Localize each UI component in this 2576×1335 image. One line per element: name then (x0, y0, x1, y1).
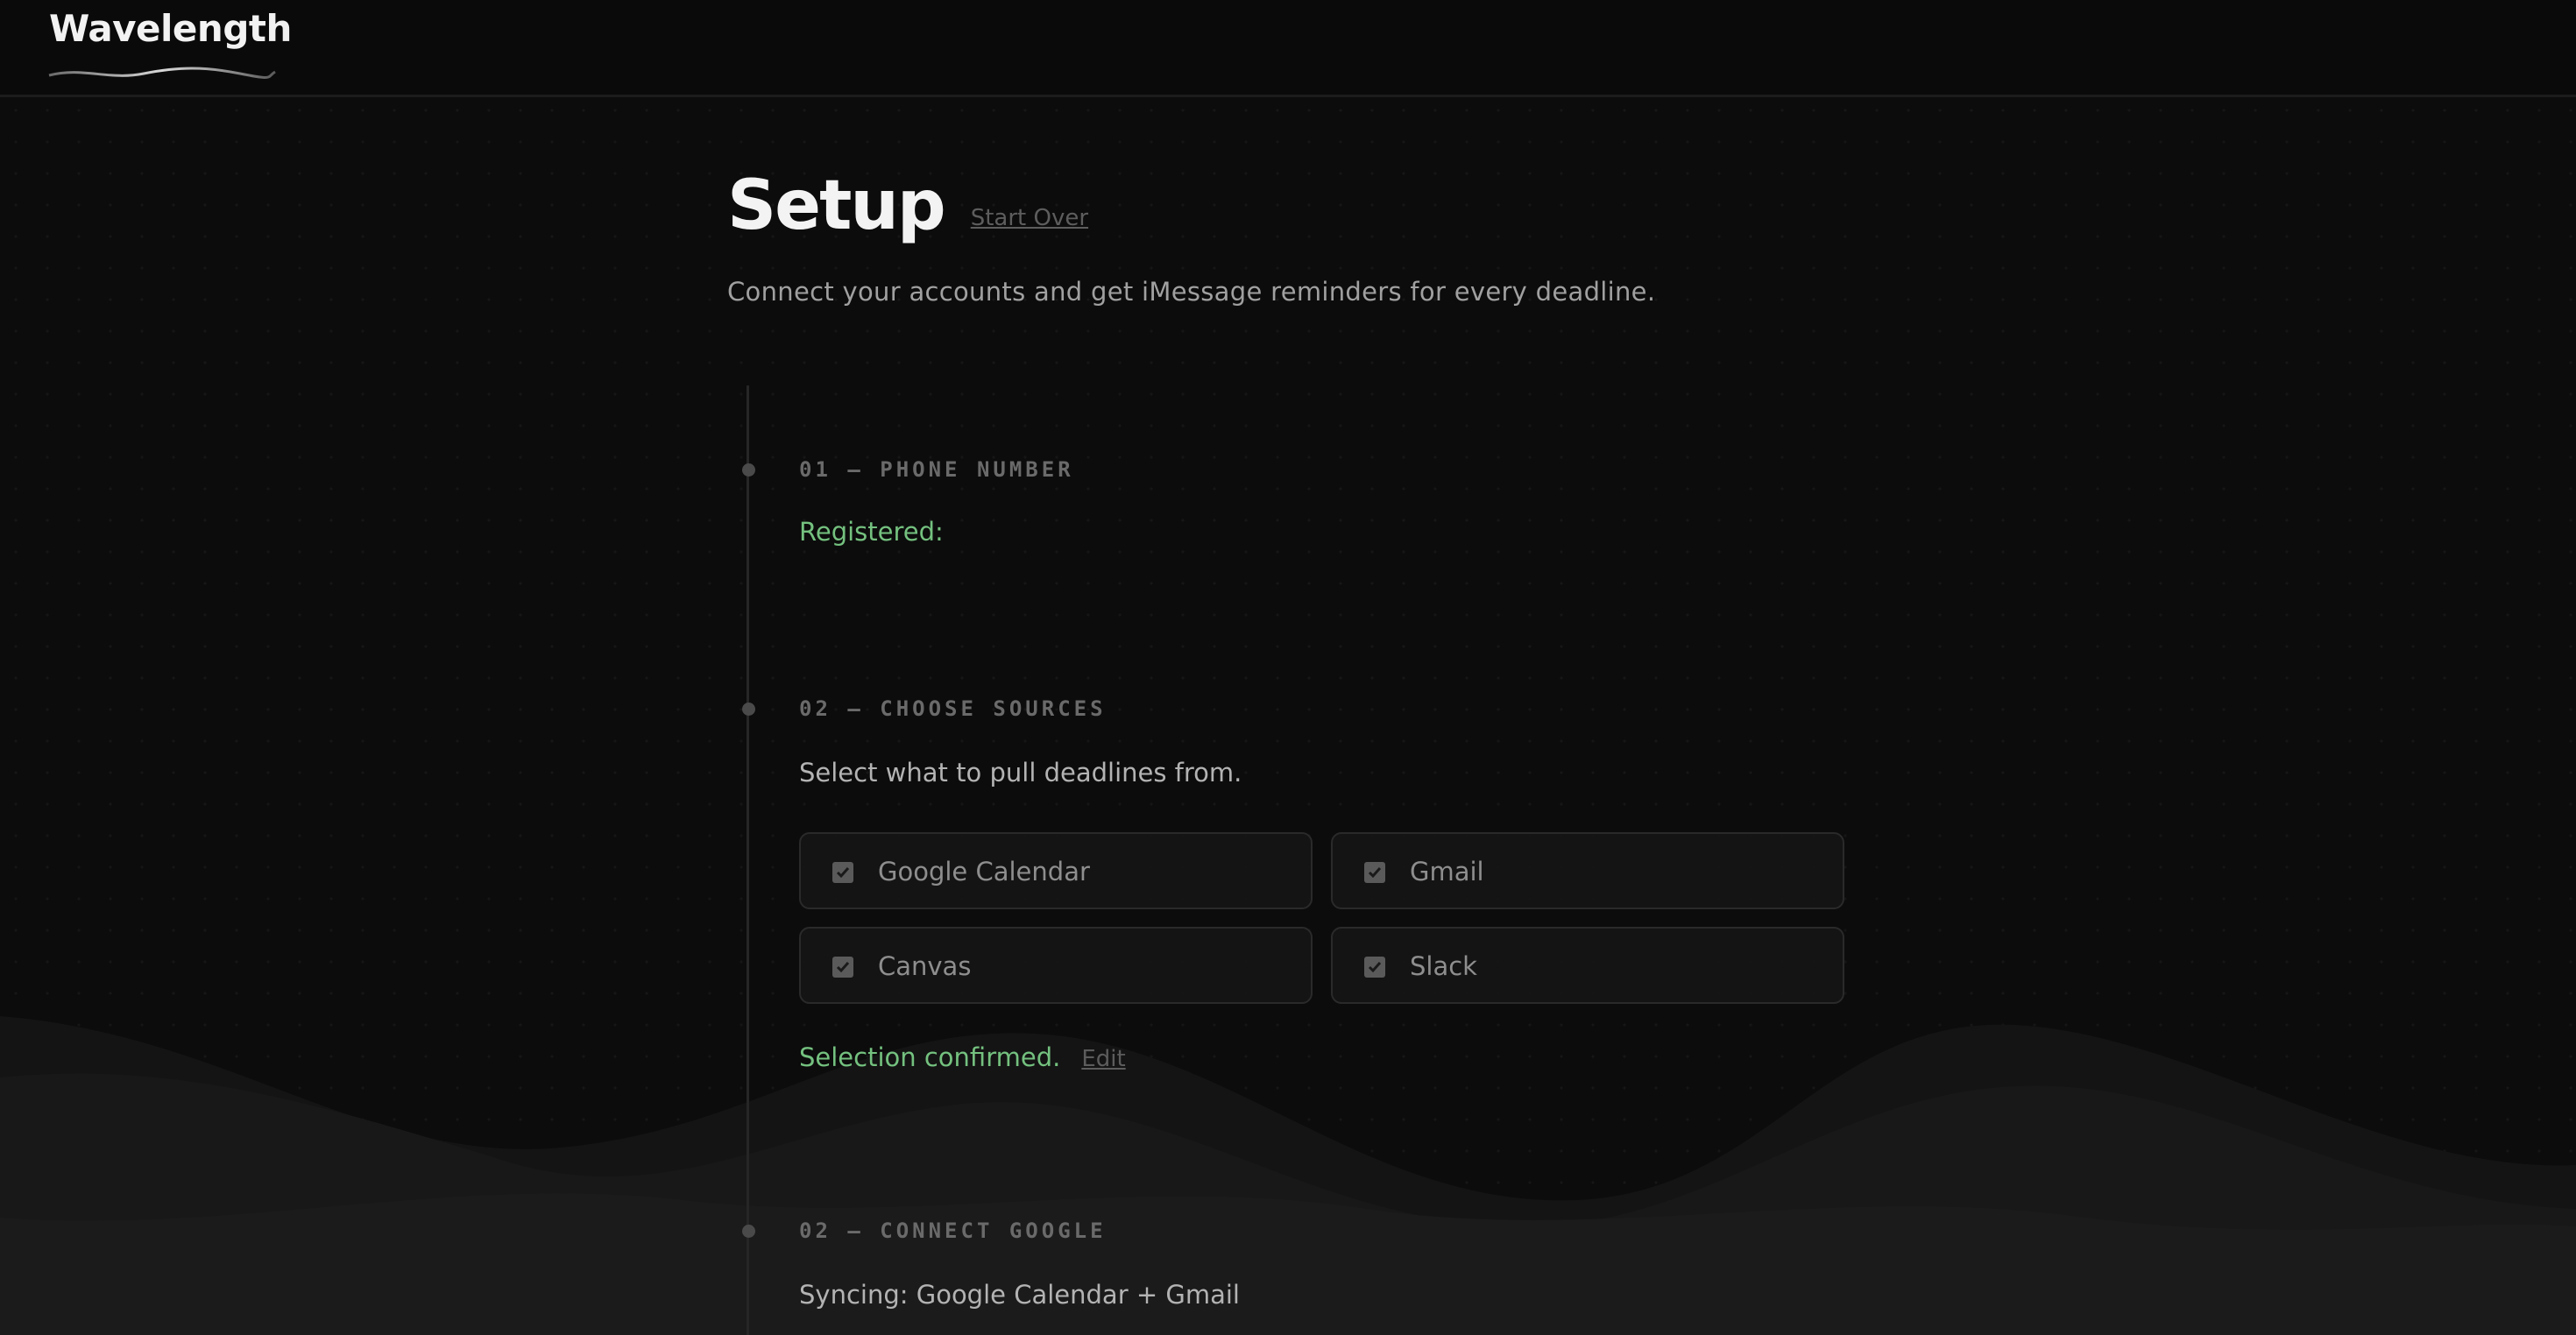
step-1-marker (742, 463, 755, 477)
selection-confirmation: Selection confirmed. Edit (799, 1042, 1126, 1072)
step-choose-sources: 02 — CHOOSE SOURCES Select what to pull … (799, 696, 1242, 788)
checkbox-checked-icon[interactable] (1364, 862, 1385, 883)
step-2-marker (742, 703, 755, 716)
source-option-canvas[interactable]: Canvas (799, 927, 1313, 1004)
step-1-label: 01 — PHONE NUMBER (799, 457, 1074, 482)
selection-confirmed-text: Selection confirmed. (799, 1042, 1061, 1072)
source-option-label: Slack (1410, 951, 1477, 981)
google-sync-status: Syncing: Google Calendar + Gmail (799, 1280, 1240, 1310)
app-logo[interactable]: Wavelength (49, 7, 292, 50)
step-connect-google: 02 — CONNECT GOOGLE Syncing: Google Cale… (799, 1218, 1240, 1310)
checkbox-checked-icon[interactable] (1364, 957, 1385, 978)
setup-page: Wavelength Setup Start Over Connect your… (0, 0, 2576, 1335)
step-2-label: 02 — CHOOSE SOURCES (799, 696, 1107, 721)
source-option-slack[interactable]: Slack (1331, 927, 1844, 1004)
phone-status: Registered: (799, 517, 944, 547)
page-title: Setup (727, 166, 946, 245)
timeline-line (747, 385, 749, 1335)
source-option-label: Google Calendar (878, 857, 1090, 886)
source-option-label: Canvas (878, 951, 972, 981)
source-option-google-calendar[interactable]: Google Calendar (799, 832, 1313, 909)
source-option-gmail[interactable]: Gmail (1331, 832, 1844, 909)
checkbox-checked-icon[interactable] (832, 862, 853, 883)
page-subtitle: Connect your accounts and get iMessage r… (727, 277, 1656, 307)
checkbox-checked-icon[interactable] (832, 957, 853, 978)
edit-selection-link[interactable]: Edit (1081, 1046, 1125, 1072)
start-over-link[interactable]: Start Over (971, 205, 1088, 231)
step-3-label: 02 — CONNECT GOOGLE (799, 1218, 1107, 1243)
top-bar: Wavelength (0, 0, 2576, 97)
source-option-label: Gmail (1410, 857, 1484, 886)
sources-description: Select what to pull deadlines from. (799, 758, 1242, 788)
step-3-marker (742, 1225, 755, 1238)
background-waves (0, 1016, 2576, 1335)
logo-wave-icon (48, 67, 276, 79)
step-phone-number: 01 — PHONE NUMBER Registered: (799, 457, 1074, 547)
setup-content: Setup Start Over Connect your accounts a… (727, 149, 1866, 307)
